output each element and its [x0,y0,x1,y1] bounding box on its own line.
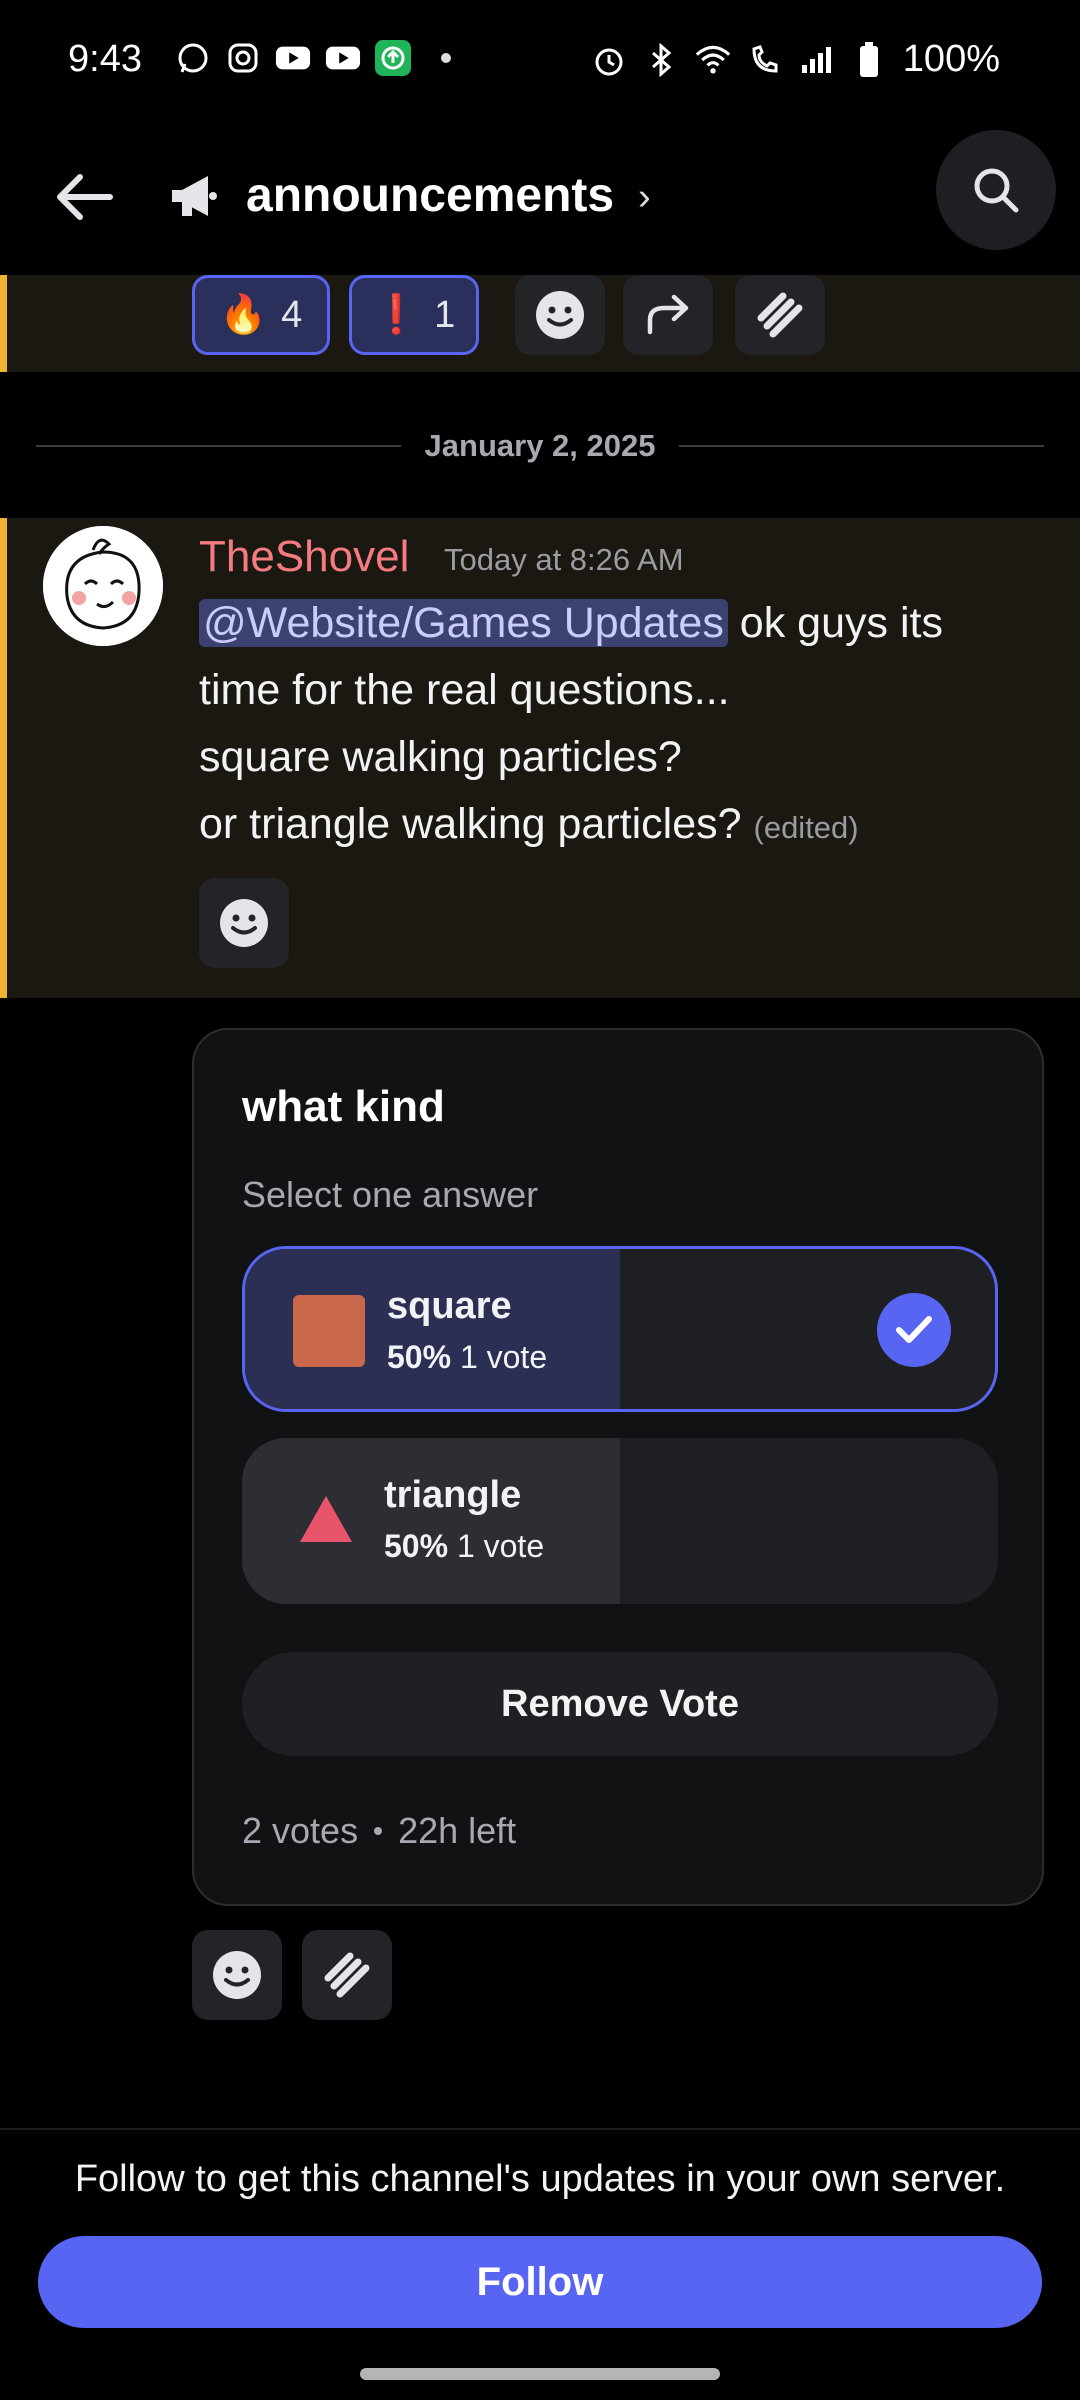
poll-option-stats: 50% 1 vote [384,1528,544,1565]
reaction-exclamation[interactable]: ❗ 1 [349,275,479,355]
message-text-line: or triangle walking particles? [199,800,742,848]
status-time: 9:43 [68,38,142,80]
super-reaction-button[interactable] [735,275,825,355]
reaction-fire[interactable]: 🔥 4 [192,275,330,355]
divider-line [36,445,401,447]
instagram-icon [225,40,261,76]
search-button[interactable] [936,130,1056,250]
forward-arrow-icon [647,294,689,335]
chevron-right-icon[interactable]: › [638,176,651,219]
announcement-megaphone-icon [168,172,222,222]
notification-dot-icon [441,53,451,63]
update-icon [375,40,411,76]
message-text-line: time for the real questions... [199,666,730,714]
add-reaction-button[interactable] [515,275,605,355]
signal-icon [799,42,835,78]
add-reaction-button[interactable] [199,878,289,968]
battery-icon [851,41,887,78]
back-button[interactable] [50,162,120,232]
poll-card: what kind Select one answer square 50% 1… [192,1028,1044,1906]
exclamation-emoji-icon: ❗ [372,294,421,336]
avatar[interactable] [43,526,163,646]
poll-option-votes: 1 vote [459,1339,548,1375]
message-content: @Website/Games Updates ok guys its time … [199,590,1059,861]
poll-option-triangle[interactable]: triangle 50% 1 vote [242,1438,998,1604]
message[interactable]: TheShovel Today at 8:26 AM @Website/Game… [0,518,1080,998]
add-reaction-button[interactable] [192,1930,282,2020]
poll-option-square[interactable]: square 50% 1 vote [242,1246,998,1412]
youtube-icon [325,40,361,76]
poll-footer: 2 votes 22h left [242,1810,516,1852]
role-mention[interactable]: @Website/Games Updates [199,599,728,647]
smiley-icon [536,291,584,339]
message-text-line: ok guys its [727,599,943,647]
previous-message-reactions: 🔥 4 ❗ 1 [0,275,1080,372]
youtube-icon [275,40,311,76]
avatar-face-icon [43,526,163,646]
divider-line [679,445,1045,447]
message-text-line: square walking particles? [199,733,682,781]
message-author[interactable]: TheShovel [199,532,409,582]
smiley-icon [213,1951,261,1999]
gesture-home-bar[interactable] [360,2368,720,2380]
date-divider-label: January 2, 2025 [424,428,656,463]
super-reaction-icon [324,1952,370,1998]
battery-percent: 100% [902,38,1000,80]
poll-option-votes: 1 vote [456,1528,545,1564]
edited-label: (edited) [753,810,859,845]
reaction-count: 4 [281,293,303,336]
reaction-count: 1 [434,293,456,336]
poll-total-votes: 2 votes [242,1810,359,1851]
square-shape-icon [293,1295,365,1367]
poll-hint: Select one answer [242,1174,539,1215]
poll-option-stats: 50% 1 vote [387,1339,547,1376]
status-bar: 9:43 100% [0,0,1080,120]
message-timestamp: Today at 8:26 AM [444,542,684,577]
channel-header: announcements › [0,130,1080,260]
bluetooth-icon [643,42,679,78]
checkmark-icon [877,1293,951,1367]
whatsapp-icon [175,40,211,76]
poll-time-left: 22h left [398,1810,517,1851]
super-reaction-icon [757,292,803,338]
separator-dot [374,1827,383,1835]
forward-button[interactable] [623,275,713,355]
super-reaction-button[interactable] [302,1930,392,2020]
remove-vote-button[interactable]: Remove Vote [242,1652,998,1756]
fire-emoji-icon: 🔥 [219,294,268,336]
poll-option-label: triangle [384,1474,522,1516]
wifi-calling-icon [747,42,783,78]
poll-option-percent: 50% [387,1339,452,1375]
poll-option-label: square [387,1285,512,1327]
poll-question: what kind [242,1082,445,1131]
back-arrow-icon [57,174,113,220]
triangle-shape-icon [290,1484,362,1556]
smiley-icon [220,899,268,947]
search-icon [974,168,1019,213]
follow-button[interactable]: Follow [38,2236,1042,2328]
date-divider: January 2, 2025 [36,426,1045,466]
poll-option-percent: 50% [384,1528,449,1564]
channel-name[interactable]: announcements [246,168,614,223]
wifi-icon [695,42,731,78]
follow-panel: Follow to get this channel's updates in … [0,2128,1080,2400]
follow-description: Follow to get this channel's updates in … [74,2158,1006,2200]
alarm-icon [591,42,627,78]
